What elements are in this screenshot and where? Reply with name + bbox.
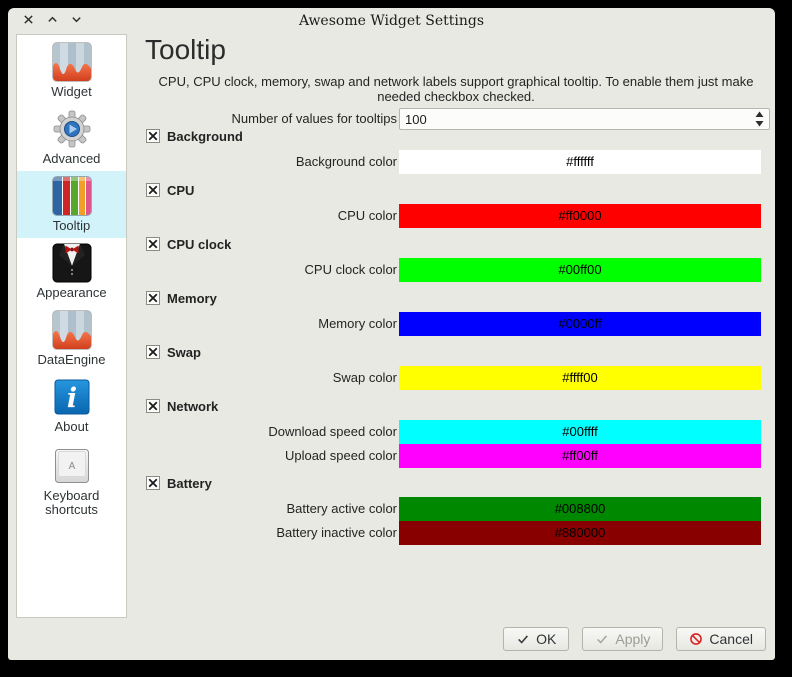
settings-window: Awesome Widget Settings Widget — [8, 8, 775, 660]
color-row: Swap color #ffff00 — [145, 366, 769, 390]
color-swatch-button[interactable]: #00ff00 — [399, 258, 761, 282]
chart-icon — [52, 310, 92, 350]
tooltip-values-row: Number of values for tooltips 100 — [145, 108, 769, 130]
sidebar-item-advanced[interactable]: Advanced — [17, 104, 126, 171]
sidebar-item-label: Tooltip — [53, 219, 91, 233]
checkbox-network[interactable] — [146, 399, 160, 413]
color-row-label: CPU color — [145, 204, 397, 228]
color-swatch-button[interactable]: #880000 — [399, 521, 761, 545]
color-swatch-button[interactable]: #ff00ff — [399, 444, 761, 468]
checkbox-cpu-clock[interactable] — [146, 237, 160, 251]
tooltip-values-spinbox[interactable]: 100 — [399, 108, 770, 130]
section-background: Background — [146, 128, 243, 144]
page-description: CPU, CPU clock, memory, swap and network… — [145, 74, 767, 104]
color-row-label: Battery inactive color — [145, 521, 397, 545]
color-row-label: CPU clock color — [145, 258, 397, 282]
checkbox-battery[interactable] — [146, 476, 160, 490]
chart-icon — [52, 42, 92, 82]
sidebar-item-widget[interactable]: Widget — [17, 37, 126, 104]
color-swatch-button[interactable]: #00ffff — [399, 420, 761, 444]
gear-icon — [52, 109, 92, 149]
sidebar-item-appearance[interactable]: Appearance — [17, 238, 126, 305]
color-row-label: Download speed color — [145, 420, 397, 444]
section-cpu: CPU — [146, 182, 194, 198]
page-title: Tooltip — [145, 34, 226, 66]
color-row-label: Background color — [145, 150, 397, 174]
sidebar-item-label: Advanced — [43, 152, 101, 166]
color-row-label: Upload speed color — [145, 444, 397, 468]
color-row: Battery active color #008800 — [145, 497, 769, 521]
color-row-label: Memory color — [145, 312, 397, 336]
section-network: Network — [146, 398, 218, 414]
window-title: Awesome Widget Settings — [8, 13, 775, 29]
tuxedo-icon — [52, 243, 92, 283]
prohibition-icon — [689, 632, 703, 646]
cancel-button[interactable]: Cancel — [676, 627, 766, 651]
svg-text:i: i — [66, 383, 76, 414]
section-memory: Memory — [146, 290, 217, 306]
color-swatch-button[interactable]: #0000ff — [399, 312, 761, 336]
sidebar-item-label: Appearance — [36, 286, 106, 300]
spinner-arrows-icon[interactable] — [752, 110, 766, 128]
sidebar-item-label: About — [55, 420, 89, 434]
color-swatch-button[interactable]: #ffffff — [399, 150, 761, 174]
section-label: CPU clock — [167, 237, 231, 252]
color-row: Download speed color #00ffff — [145, 420, 769, 444]
dialog-button-row: OK Apply Cancel — [503, 627, 766, 651]
section-swap: Swap — [146, 344, 201, 360]
titlebar: Awesome Widget Settings — [8, 8, 775, 34]
sidebar-item-keyboard-shortcuts[interactable]: A Keyboard shortcuts — [17, 439, 126, 523]
apply-button[interactable]: Apply — [582, 627, 663, 651]
color-swatch-button[interactable]: #ff0000 — [399, 204, 761, 228]
checkbox-memory[interactable] — [146, 291, 160, 305]
sidebar-item-label: Keyboard shortcuts — [44, 489, 100, 517]
color-row: Memory color #0000ff — [145, 312, 769, 336]
section-label: Network — [167, 399, 218, 414]
color-row: Background color #ffffff — [145, 150, 769, 174]
checkbox-swap[interactable] — [146, 345, 160, 359]
color-row-label: Swap color — [145, 366, 397, 390]
sidebar: Widget — [16, 34, 127, 618]
section-label: Battery — [167, 476, 212, 491]
spinbox-value[interactable]: 100 — [400, 112, 752, 127]
section-cpu-clock: CPU clock — [146, 236, 231, 252]
svg-text:A: A — [68, 461, 75, 472]
section-label: Memory — [167, 291, 217, 306]
check-icon — [595, 632, 609, 646]
sidebar-item-dataengine[interactable]: DataEngine — [17, 305, 126, 372]
section-battery: Battery — [146, 475, 212, 491]
check-icon — [516, 632, 530, 646]
desktop-background: { "window": { "title": "Awesome Widget S… — [0, 0, 792, 677]
sidebar-item-about[interactable]: i About — [17, 372, 126, 439]
stripes-icon — [52, 176, 92, 216]
section-label: CPU — [167, 183, 194, 198]
sidebar-item-label: DataEngine — [38, 353, 106, 367]
color-swatch-button[interactable]: #008800 — [399, 497, 761, 521]
color-row-label: Battery active color — [145, 497, 397, 521]
section-label: Background — [167, 129, 243, 144]
checkbox-cpu[interactable] — [146, 183, 160, 197]
color-row: CPU color #ff0000 — [145, 204, 769, 228]
color-row: CPU clock color #00ff00 — [145, 258, 769, 282]
keyboard-key-icon: A — [52, 446, 92, 486]
sidebar-item-label: Widget — [51, 85, 91, 99]
ok-button[interactable]: OK — [503, 627, 569, 651]
info-icon: i — [52, 377, 92, 417]
color-row: Battery inactive color #880000 — [145, 521, 769, 545]
color-swatch-button[interactable]: #ffff00 — [399, 366, 761, 390]
sidebar-item-tooltip[interactable]: Tooltip — [17, 171, 126, 238]
tooltip-values-label: Number of values for tooltips — [145, 108, 397, 130]
checkbox-background[interactable] — [146, 129, 160, 143]
color-row: Upload speed color #ff00ff — [145, 444, 769, 468]
section-label: Swap — [167, 345, 201, 360]
